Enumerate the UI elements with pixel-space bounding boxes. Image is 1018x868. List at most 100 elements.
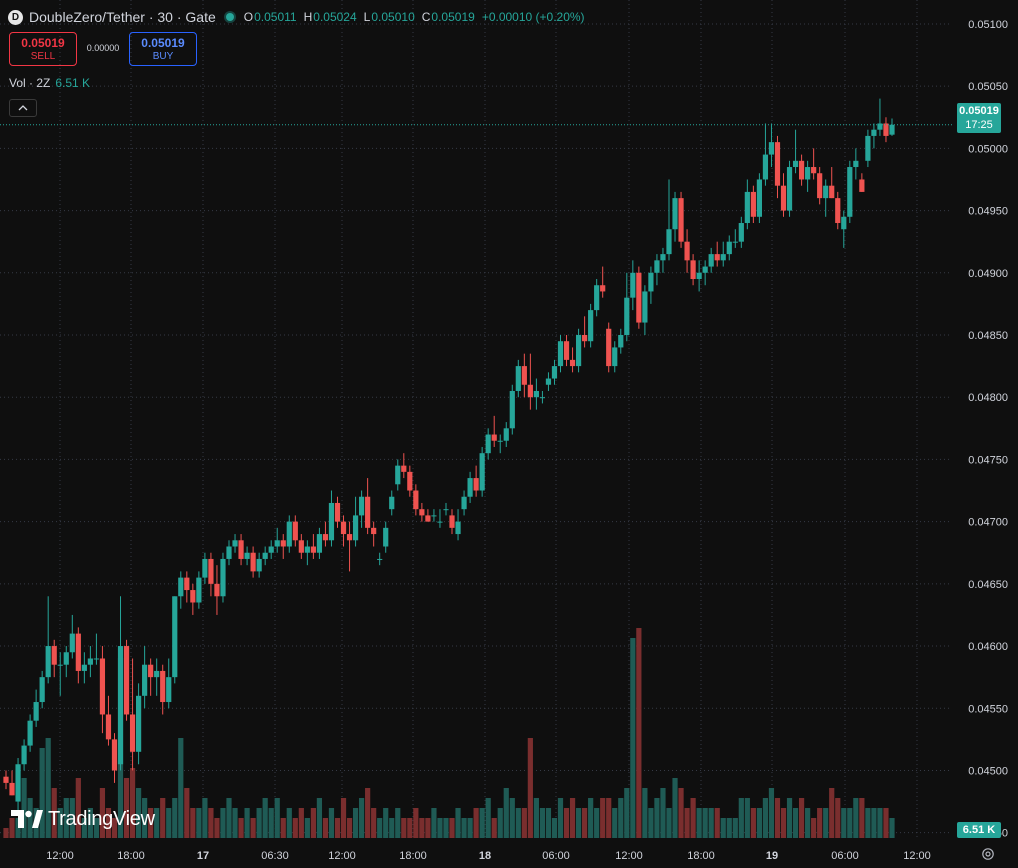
candle-body <box>865 135 871 161</box>
candle-body <box>262 552 268 559</box>
candle-body <box>515 366 521 391</box>
volume-legend[interactable]: Vol · 2Z 6.51 K <box>9 76 90 90</box>
candle-body <box>214 583 220 597</box>
volume-bar <box>533 798 539 838</box>
spread-value: 0.00000 <box>86 43 120 53</box>
candle-body <box>322 534 329 541</box>
time-tick-label: 18 <box>479 850 491 862</box>
candle-body <box>377 558 383 560</box>
candle-body <box>352 515 359 541</box>
volume-bar <box>654 798 660 838</box>
volume-bar <box>172 798 178 838</box>
volume-bar <box>539 808 546 838</box>
time-tick-label: 17 <box>197 850 209 862</box>
price-tick-label: 0.04700 <box>968 517 1008 529</box>
volume-bar <box>877 808 883 838</box>
candle-body <box>563 341 570 360</box>
candle-body <box>111 739 118 771</box>
candle-body <box>485 434 491 454</box>
candle-body <box>455 521 461 535</box>
candle-body <box>768 142 775 155</box>
candle-body <box>738 223 744 242</box>
volume-bar <box>672 778 678 838</box>
candle-body <box>238 540 244 559</box>
time-tick-label: 12:00 <box>328 850 356 862</box>
candle-body <box>232 540 238 547</box>
candle-body <box>21 745 27 765</box>
candle-body <box>256 558 262 572</box>
candle-body <box>588 310 594 342</box>
volume-bar <box>346 818 353 838</box>
volume-bar <box>871 808 877 838</box>
candle-body <box>286 521 292 547</box>
candle-body <box>841 216 847 230</box>
candle-body <box>720 254 726 261</box>
candle-body <box>726 241 732 255</box>
volume-bar <box>220 808 226 838</box>
candle-body <box>762 154 769 180</box>
bar-countdown: 17:25 <box>965 119 993 131</box>
collapse-legend-button[interactable] <box>9 99 37 117</box>
candle-body <box>666 229 672 255</box>
volume-bar <box>425 818 431 838</box>
volume-bar <box>600 798 606 838</box>
time-tick-label: 19 <box>766 850 778 862</box>
candle-body <box>509 390 515 429</box>
tradingview-logo[interactable]: TradingView <box>11 806 155 832</box>
price-tick-label: 0.05100 <box>968 19 1008 31</box>
price-tick-label: 0.04850 <box>968 330 1008 342</box>
gear-icon <box>982 848 994 860</box>
volume-bar <box>334 818 341 838</box>
volume-bar <box>214 818 220 838</box>
buy-button[interactable]: 0.05019 BUY <box>129 32 197 66</box>
volume-bar <box>527 738 533 838</box>
candle-body <box>371 527 377 535</box>
candle-body <box>744 191 750 224</box>
candle-body <box>419 509 425 516</box>
volume-bar <box>702 808 708 838</box>
volume-bar <box>407 818 413 838</box>
candle-body <box>829 185 835 199</box>
volume-bar <box>557 798 564 838</box>
candle-body <box>196 577 202 603</box>
volume-bar <box>696 808 702 838</box>
candle-body <box>69 633 75 653</box>
volume-bar <box>377 818 383 838</box>
symbol-title[interactable]: DoubleZero/Tether · 30 · Gate <box>29 9 216 25</box>
candle-body <box>389 496 395 510</box>
price-tick-label: 0.04550 <box>968 703 1008 715</box>
candle-body <box>606 328 612 367</box>
candle-body <box>798 160 805 180</box>
candlestick-chart[interactable]: 0.05100 0.05050 0.05000 0.04950 0.04900 0.048… <box>0 0 1018 868</box>
time-tick-label: 18:00 <box>687 850 715 862</box>
volume-bar <box>805 808 811 838</box>
candle-body <box>792 160 799 168</box>
candle-body <box>624 297 630 335</box>
volume-bar <box>732 818 738 838</box>
volume-bar <box>166 808 172 838</box>
candle-body <box>708 254 714 267</box>
price-tick-label: 0.04900 <box>968 268 1008 280</box>
candle-body <box>87 658 93 665</box>
candle-body <box>244 552 250 559</box>
volume-bar <box>383 808 389 838</box>
price-tick-label: 0.04650 <box>968 579 1008 591</box>
chart-settings-button[interactable] <box>979 845 997 863</box>
volume-bar <box>389 818 395 838</box>
volume-bar <box>232 808 238 838</box>
sell-button[interactable]: 0.05019 SELL <box>9 32 77 66</box>
volume-bar <box>443 818 449 838</box>
volume-bar <box>262 798 268 838</box>
volume-legend-value: 6.51 K <box>55 76 91 90</box>
candle-body <box>401 465 407 472</box>
candle-body <box>823 185 829 199</box>
volume-bar <box>756 808 763 838</box>
volume-bar <box>606 798 612 838</box>
candle-body <box>129 714 136 752</box>
candle-body <box>220 558 226 597</box>
time-tick-label: 06:30 <box>261 850 289 862</box>
candle-body <box>889 124 895 135</box>
volume-bar <box>575 808 582 838</box>
candle-body <box>154 670 160 678</box>
volume-bar <box>612 808 618 838</box>
